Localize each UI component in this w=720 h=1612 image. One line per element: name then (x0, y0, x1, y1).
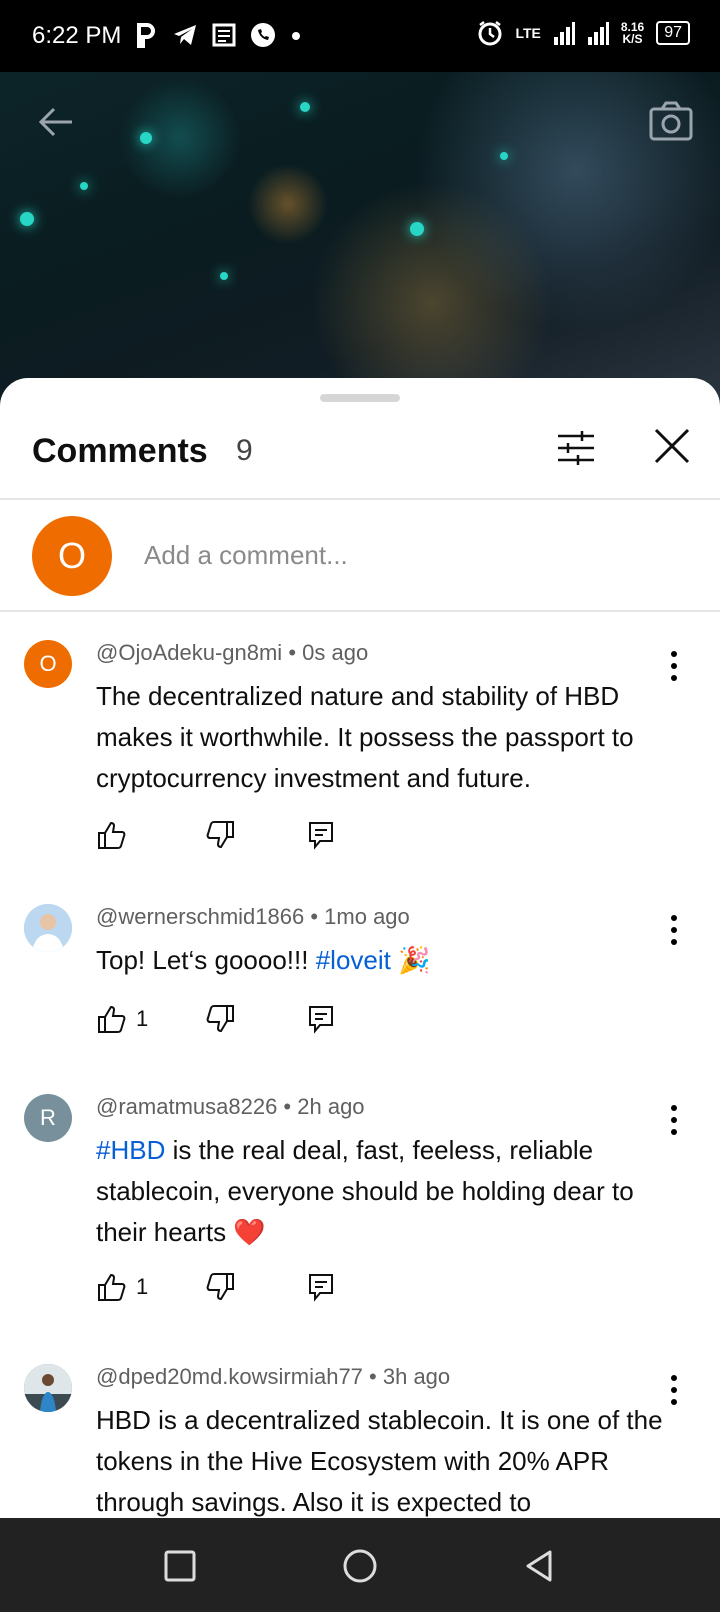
reply-icon (309, 1274, 333, 1302)
comment-text: Top! Let‘s goooo!!! #loveit 🎉 (96, 940, 676, 981)
thumbs-up-icon (98, 1005, 126, 1033)
profile-photo (24, 1364, 72, 1412)
comment-actions: 1 (96, 1004, 336, 1034)
whatsapp-icon (251, 23, 275, 47)
battery-indicator: 97 (656, 21, 690, 45)
comment-meta: @OjoAdeku-gn8mi • 0s ago (96, 640, 369, 665)
like-button[interactable]: 1 (96, 1272, 206, 1302)
alarm-icon (478, 21, 502, 46)
comments-count: 9 (236, 434, 253, 467)
video-decoration (300, 102, 310, 112)
notification-icons (136, 22, 302, 48)
dislike-button[interactable] (206, 1004, 306, 1034)
comment-text-part: is the real deal, fast, feeless, reliabl… (96, 1135, 634, 1247)
comment-actions (96, 820, 336, 850)
comment-item: R @ramatmusa8226 • 2h ago #HBD is the re… (0, 1094, 720, 1334)
dot-icon (292, 32, 300, 40)
close-icon[interactable] (652, 426, 692, 466)
signal-icon-2 (587, 22, 609, 45)
reply-icon (309, 1006, 333, 1034)
comment-text: #HBD is the real deal, fast, feeless, re… (96, 1130, 676, 1253)
avatar[interactable]: R (24, 1094, 72, 1142)
user-avatar: O (32, 516, 112, 596)
status-time: 6:22 PM (32, 22, 122, 49)
hashtag-link[interactable]: #loveit (316, 945, 391, 975)
comments-sheet: Comments 9 O O @OjoAdeku-gn8mi • 0s ago … (0, 378, 720, 1518)
comment-author[interactable]: @ramatmusa8226 (96, 1094, 277, 1119)
comment-time: 2h ago (297, 1094, 365, 1119)
news-icon (212, 23, 236, 47)
status-bar: 6:22 PM LTE 8.16 K/S 97 (0, 0, 720, 72)
profile-photo (24, 904, 72, 952)
signal-icon (553, 22, 575, 45)
hashtag-link[interactable]: #HBD (96, 1135, 165, 1165)
video-decoration (500, 152, 508, 160)
comment-time: 1mo ago (324, 904, 410, 929)
comment-text-part: Top! Let‘s goooo!!! (96, 945, 316, 975)
like-count: 1 (136, 1274, 149, 1299)
add-comment-input[interactable] (144, 540, 684, 571)
reply-button[interactable] (306, 1004, 336, 1034)
like-button[interactable]: 1 (96, 1004, 206, 1034)
comment-text: HBD is a decentralized stablecoin. It is… (96, 1405, 663, 1517)
reply-icon (309, 822, 333, 850)
comment-author[interactable]: @OjoAdeku-gn8mi (96, 640, 282, 665)
video-player[interactable] (0, 72, 720, 402)
recents-icon[interactable] (162, 1548, 198, 1584)
camera-icon[interactable] (648, 100, 694, 142)
thumbs-down-icon (206, 1273, 234, 1301)
speed-unit: K/S (622, 32, 643, 46)
emoji: 🎉 (398, 945, 431, 975)
comment-item: O @OjoAdeku-gn8mi • 0s ago The decentral… (0, 640, 720, 880)
comment-item: @dped20md.kowsirmiah77 • 3h ago HBD is a… (0, 1364, 720, 1518)
back-icon[interactable] (522, 1548, 558, 1584)
back-arrow-icon[interactable] (36, 102, 76, 142)
video-decoration (20, 212, 34, 226)
reply-button[interactable] (306, 820, 336, 850)
avatar[interactable] (24, 904, 72, 952)
video-decoration (140, 132, 152, 144)
comments-title: Comments (32, 432, 208, 470)
network-speed: 8.16 K/S (621, 21, 644, 45)
comment-time: 0s ago (302, 640, 369, 665)
comment-text: The decentralized nature and stability o… (96, 681, 634, 793)
reply-button[interactable] (306, 1272, 336, 1302)
comment-time: 3h ago (382, 1364, 451, 1389)
sort-filter-icon[interactable] (556, 430, 596, 466)
video-decoration (220, 272, 228, 280)
telegram-icon (174, 25, 196, 45)
avatar[interactable]: O (24, 640, 72, 688)
comments-header: Comments 9 (0, 378, 720, 500)
like-button[interactable] (96, 820, 206, 850)
network-type: LTE (515, 25, 541, 41)
dislike-button[interactable] (206, 820, 306, 850)
avatar[interactable] (24, 1364, 72, 1412)
add-comment-row: O (0, 500, 720, 612)
dislike-button[interactable] (206, 1272, 306, 1302)
comment-item: @wernerschmid1866 • 1mo ago Top! Let‘s g… (0, 904, 720, 1064)
thumbs-up-icon (98, 821, 126, 849)
system-icons: LTE 8.16 K/S 97 (477, 20, 690, 46)
comment-meta: @ramatmusa8226 • 2h ago (96, 1094, 365, 1119)
home-icon[interactable] (342, 1548, 378, 1584)
comment-author[interactable]: @dped20md.kowsirmiah77 (96, 1364, 363, 1389)
thumbs-down-icon (206, 821, 234, 849)
like-count: 1 (136, 1006, 149, 1031)
comment-actions: 1 (96, 1272, 336, 1302)
emoji: ❤️ (233, 1217, 266, 1247)
comment-author[interactable]: @wernerschmid1866 (96, 904, 304, 929)
thumbs-down-icon (206, 1005, 234, 1033)
comment-meta: @wernerschmid1866 • 1mo ago (96, 904, 410, 929)
video-decoration (410, 222, 424, 236)
comment-meta: @dped20md.kowsirmiah77 • 3h ago (96, 1364, 451, 1389)
system-nav-bar (0, 1518, 720, 1612)
parking-icon (137, 23, 155, 48)
thumbs-up-icon (98, 1273, 126, 1301)
video-decoration (80, 182, 88, 190)
